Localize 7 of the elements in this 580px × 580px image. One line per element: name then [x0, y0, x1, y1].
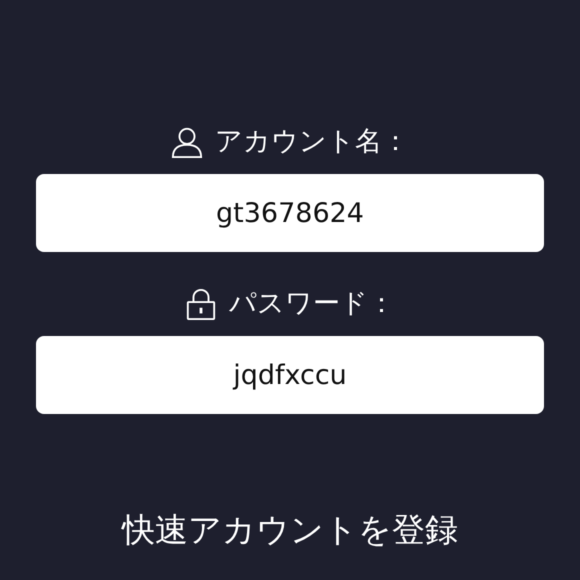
user-icon	[171, 126, 203, 158]
lock-icon	[185, 288, 217, 320]
register-link[interactable]: 快速アカウントを登録	[122, 510, 458, 550]
input-field[interactable]: jqdfxccu	[36, 336, 544, 414]
field-label: パスワード：	[229, 287, 395, 321]
field-label: アカウント名：	[215, 125, 409, 159]
input-field[interactable]: gt3678624	[36, 174, 544, 252]
